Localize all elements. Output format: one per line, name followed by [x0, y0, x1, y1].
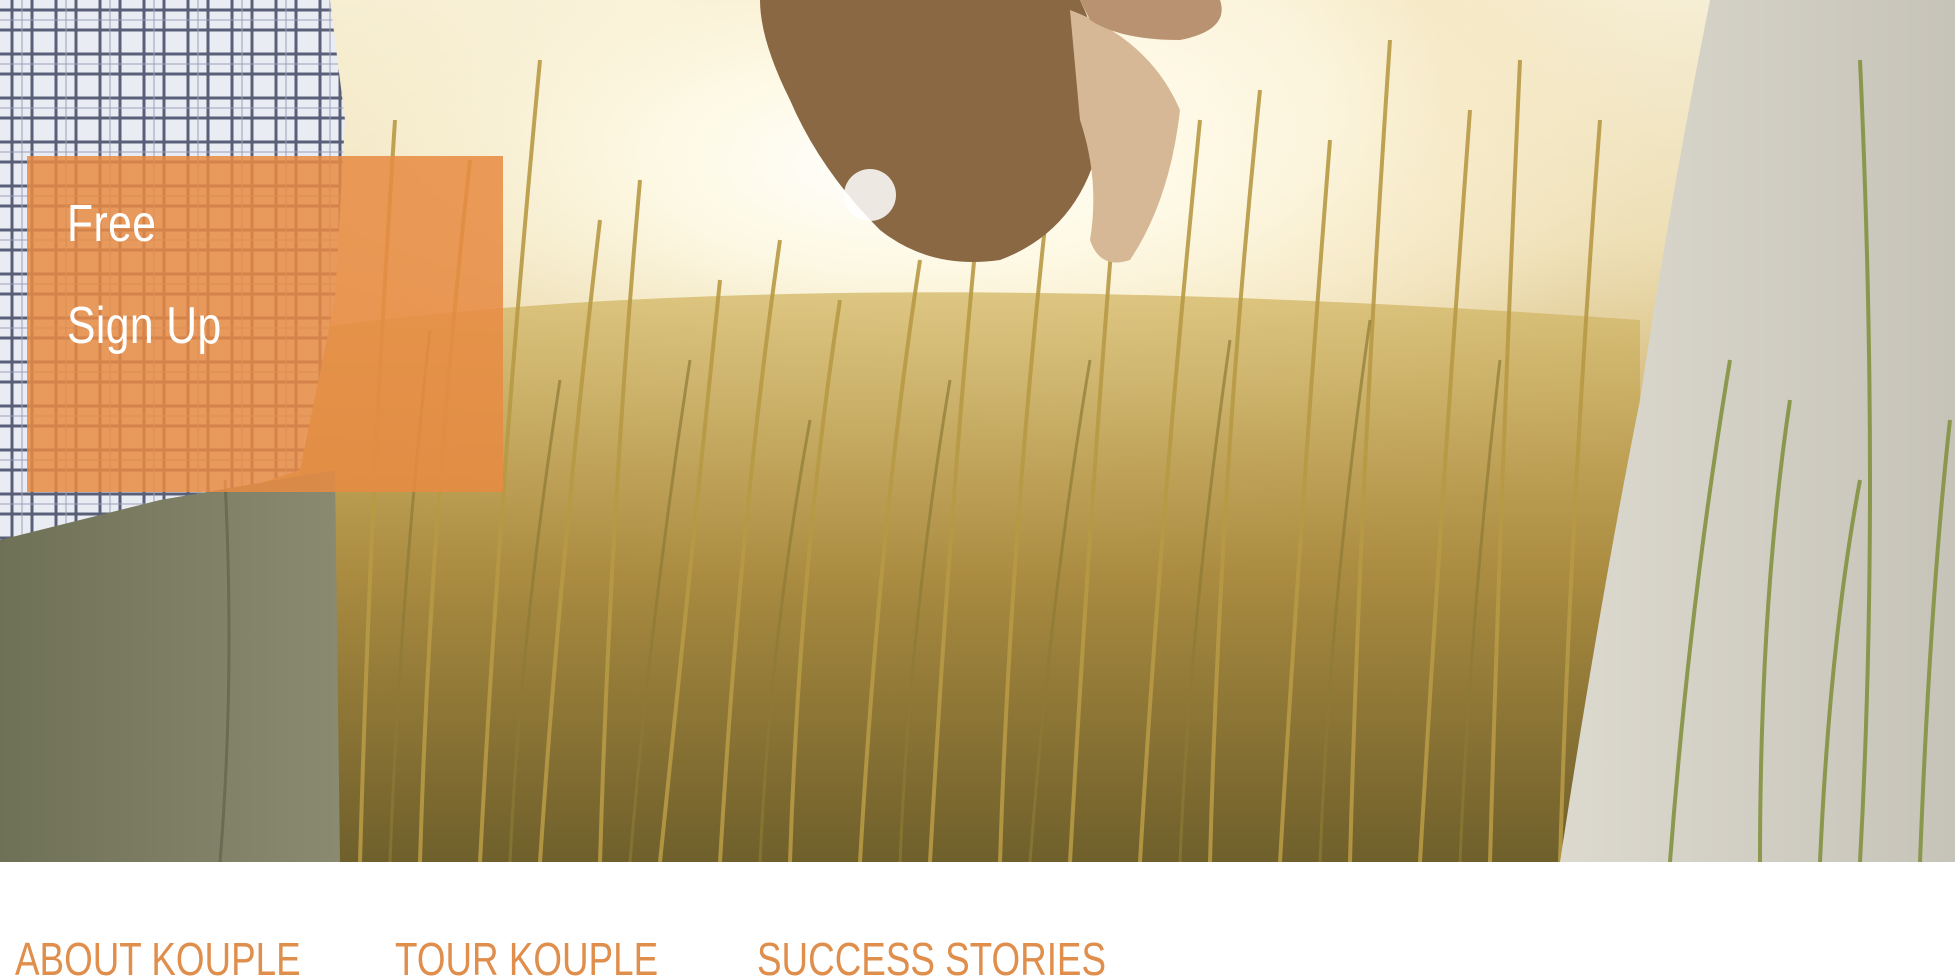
- nav-tour-kouple[interactable]: TOUR KOUPLE: [395, 936, 658, 976]
- nav-success-stories[interactable]: SUCCESS STORIES: [757, 936, 1106, 976]
- bottom-nav: ABOUT KOUPLE TOUR KOUPLE SUCCESS STORIES: [0, 862, 1955, 976]
- signup-label: Sign Up: [67, 297, 222, 355]
- free-signup-button[interactable]: Free Sign Up: [27, 156, 503, 492]
- signup-free-label: Free: [67, 195, 157, 253]
- nav-about-kouple[interactable]: ABOUT KOUPLE: [15, 936, 301, 976]
